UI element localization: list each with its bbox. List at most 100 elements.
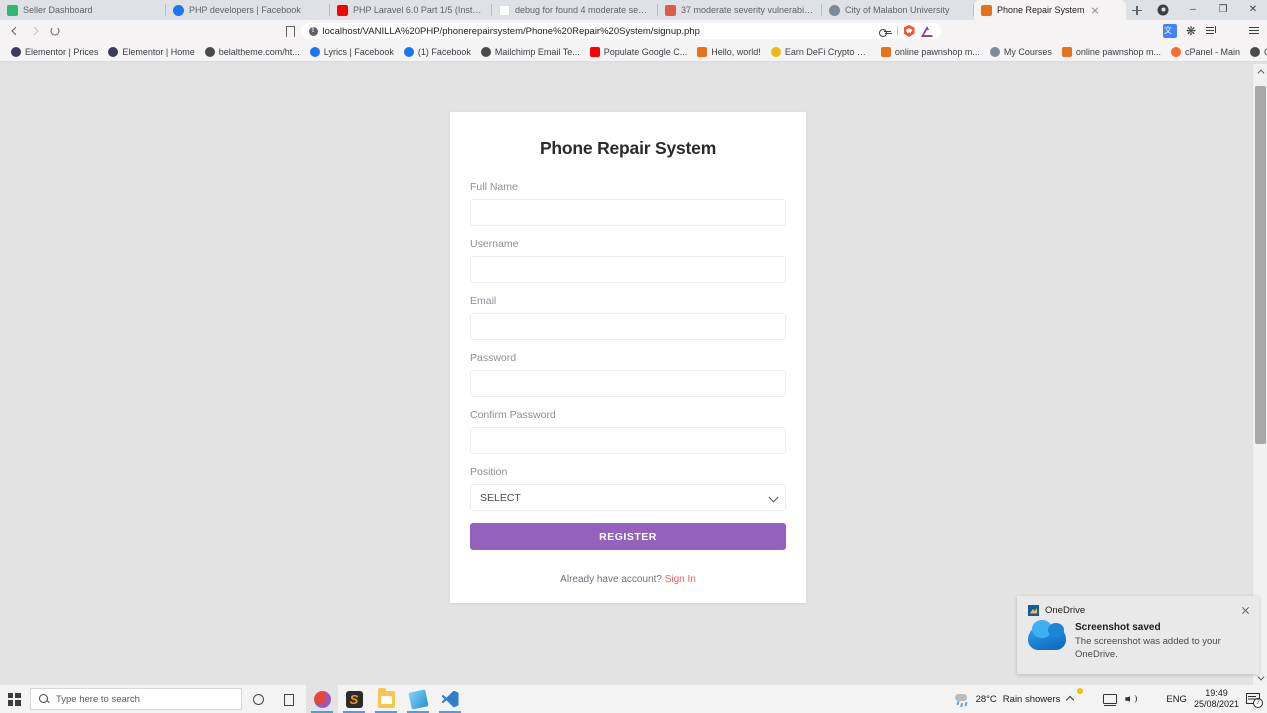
network-icon[interactable] [1103,692,1118,707]
page-scrollbar[interactable] [1252,64,1267,685]
bookmark-item[interactable]: belaltheme.com/ht... [200,46,305,57]
bookmark-item[interactable]: (1) Facebook [399,46,476,57]
cortana-icon[interactable] [242,685,274,713]
position-select[interactable]: SELECT [470,484,786,511]
globe-favicon [1249,46,1260,57]
show-hidden-icons-button[interactable] [1067,695,1075,703]
brave-shield-icon[interactable] [903,25,915,37]
signin-prompt: Already have account? [560,574,662,585]
reading-list-icon[interactable] [1205,24,1219,38]
password-key-icon[interactable] [878,27,891,37]
back-arrow-icon[interactable] [6,22,24,40]
windows-defender-icon[interactable] [1145,692,1159,706]
browser-tab-active[interactable]: Phone Repair System [974,0,1126,20]
bookmark-item[interactable]: Populate Google C... [585,46,693,57]
browser-tab[interactable]: PHP Laravel 6.0 Part 1/5 (Installation & [330,0,492,20]
bookmark-item[interactable]: Lyrics | Facebook [305,46,399,57]
toolbar-icons: ❋ [1157,23,1261,38]
tray-weather[interactable]: 28°C Rain showers [954,693,1061,706]
puzzle-icon[interactable]: ❋ [1184,24,1198,38]
bookmark-item[interactable]: cPanel - Main [1166,46,1245,57]
bookmark-item[interactable]: Hello, world! [692,46,766,57]
signin-link[interactable]: Sign In [665,574,696,585]
bookmark-item[interactable]: Gofit.fit [1245,46,1267,57]
crypto-favicon [770,46,781,57]
taskbar-app-brave-browser[interactable] [306,685,338,713]
university-favicon [989,46,1000,57]
toast-app-name: OneDrive [1045,604,1086,616]
signin-row: Already have account? Sign In [470,574,786,585]
minimize-button[interactable]: – [1178,0,1208,20]
wordpress-favicon [11,46,21,57]
profile-button[interactable] [1148,0,1178,20]
menu-icon[interactable] [1247,24,1261,38]
register-button[interactable]: REGISTER [470,523,786,550]
scrollbar-up-arrow[interactable] [1253,64,1267,79]
windows-start-icon[interactable] [0,685,28,713]
tray-temperature: 28°C [975,693,997,705]
tab-title: debug for found 4 moderate severity [515,5,651,15]
confirm-password-input[interactable] [470,427,786,454]
bookmark-item[interactable]: online pawnshop m... [876,46,985,57]
scrollbar-thumb[interactable] [1255,86,1266,444]
bookmark-item[interactable]: Elementor | Home [103,46,199,57]
browser-tab[interactable]: City of Malabon University [822,0,974,20]
avatar-icon[interactable] [1226,24,1240,38]
toast-title: Screenshot saved [1075,622,1161,633]
bookmark-item[interactable]: online pawnshop m... [1057,46,1166,57]
close-button[interactable]: ✕ [1238,0,1267,20]
bookmark-icon[interactable] [283,24,297,38]
browser-toolbar: localhost/VANILLA%20PHP/phonerepairsyste… [0,20,1267,42]
browser-tab[interactable]: 37 moderate severity vulnerabilities – [658,0,822,20]
translate-icon[interactable] [1163,23,1177,38]
extension-icon[interactable] [920,25,936,37]
browser-tab[interactable]: PHP developers | Facebook [166,0,330,20]
forward-arrow-icon[interactable] [26,22,44,40]
onedrive-tray-icon[interactable] [1082,692,1096,706]
username-label: Username [470,238,519,250]
bookmark-item[interactable]: Earn DeFi Crypto Re... [766,46,876,57]
tray-clock[interactable]: 19:49 25/08/2021 [1194,688,1239,710]
confirm-password-label: Confirm Password [470,409,556,421]
tray-condition: Rain showers [1002,693,1061,705]
notification-count-badge: 7 [1253,698,1263,708]
tab-close-icon[interactable] [1090,5,1100,15]
username-input[interactable] [470,256,786,283]
email-input[interactable] [470,313,786,340]
address-bar[interactable]: localhost/VANILLA%20PHP/phonerepairsyste… [300,23,941,39]
action-center-icon[interactable]: 7 [1246,692,1263,708]
taskbar-app-file-explorer[interactable] [370,685,402,713]
browser-tab[interactable]: Seller Dashboard [0,0,166,20]
reload-icon[interactable] [46,22,64,40]
not-secure-icon[interactable] [308,26,318,36]
task-view-icon[interactable] [274,685,306,713]
close-icon[interactable] [1239,604,1251,616]
volume-icon[interactable] [1124,692,1138,706]
email-label: Email [470,295,497,307]
new-tab-button[interactable] [1126,0,1148,20]
taskbar-search-input[interactable]: Type here to search [30,688,242,710]
bookmark-item[interactable]: Mailchimp Email Te... [476,46,585,57]
bookmark-item[interactable]: My Courses [985,46,1057,57]
password-input[interactable] [470,370,786,397]
page-viewport: Phone Repair System Full Name Username E… [0,64,1267,685]
toast-body: Screenshot saved The screenshot was adde… [1017,616,1259,661]
phone-repair-favicon [981,4,992,16]
tray-language[interactable]: ENG [1166,694,1187,705]
bookmark-item[interactable]: Elementor | Prices [6,46,103,57]
taskbar-app-sublime-text[interactable] [338,685,370,713]
globe-favicon [480,46,491,57]
divider [896,26,898,36]
tab-title: 37 moderate severity vulnerabilities – [681,5,815,15]
tray-time: 19:49 [1205,688,1228,698]
taskbar-app-notes[interactable] [402,685,434,713]
full-name-input[interactable] [470,199,786,226]
field-position: Position SELECT [470,466,786,511]
toast-message: The screenshot was added to your OneDriv… [1075,636,1221,660]
brave-browser-icon [313,690,331,708]
maximize-button[interactable]: ❐ [1208,0,1238,20]
phone-repair-favicon [1061,46,1072,57]
facebook-favicon [403,46,414,57]
taskbar-app-vs-code[interactable] [434,685,466,713]
browser-tab[interactable]: debug for found 4 moderate severity [492,0,658,20]
